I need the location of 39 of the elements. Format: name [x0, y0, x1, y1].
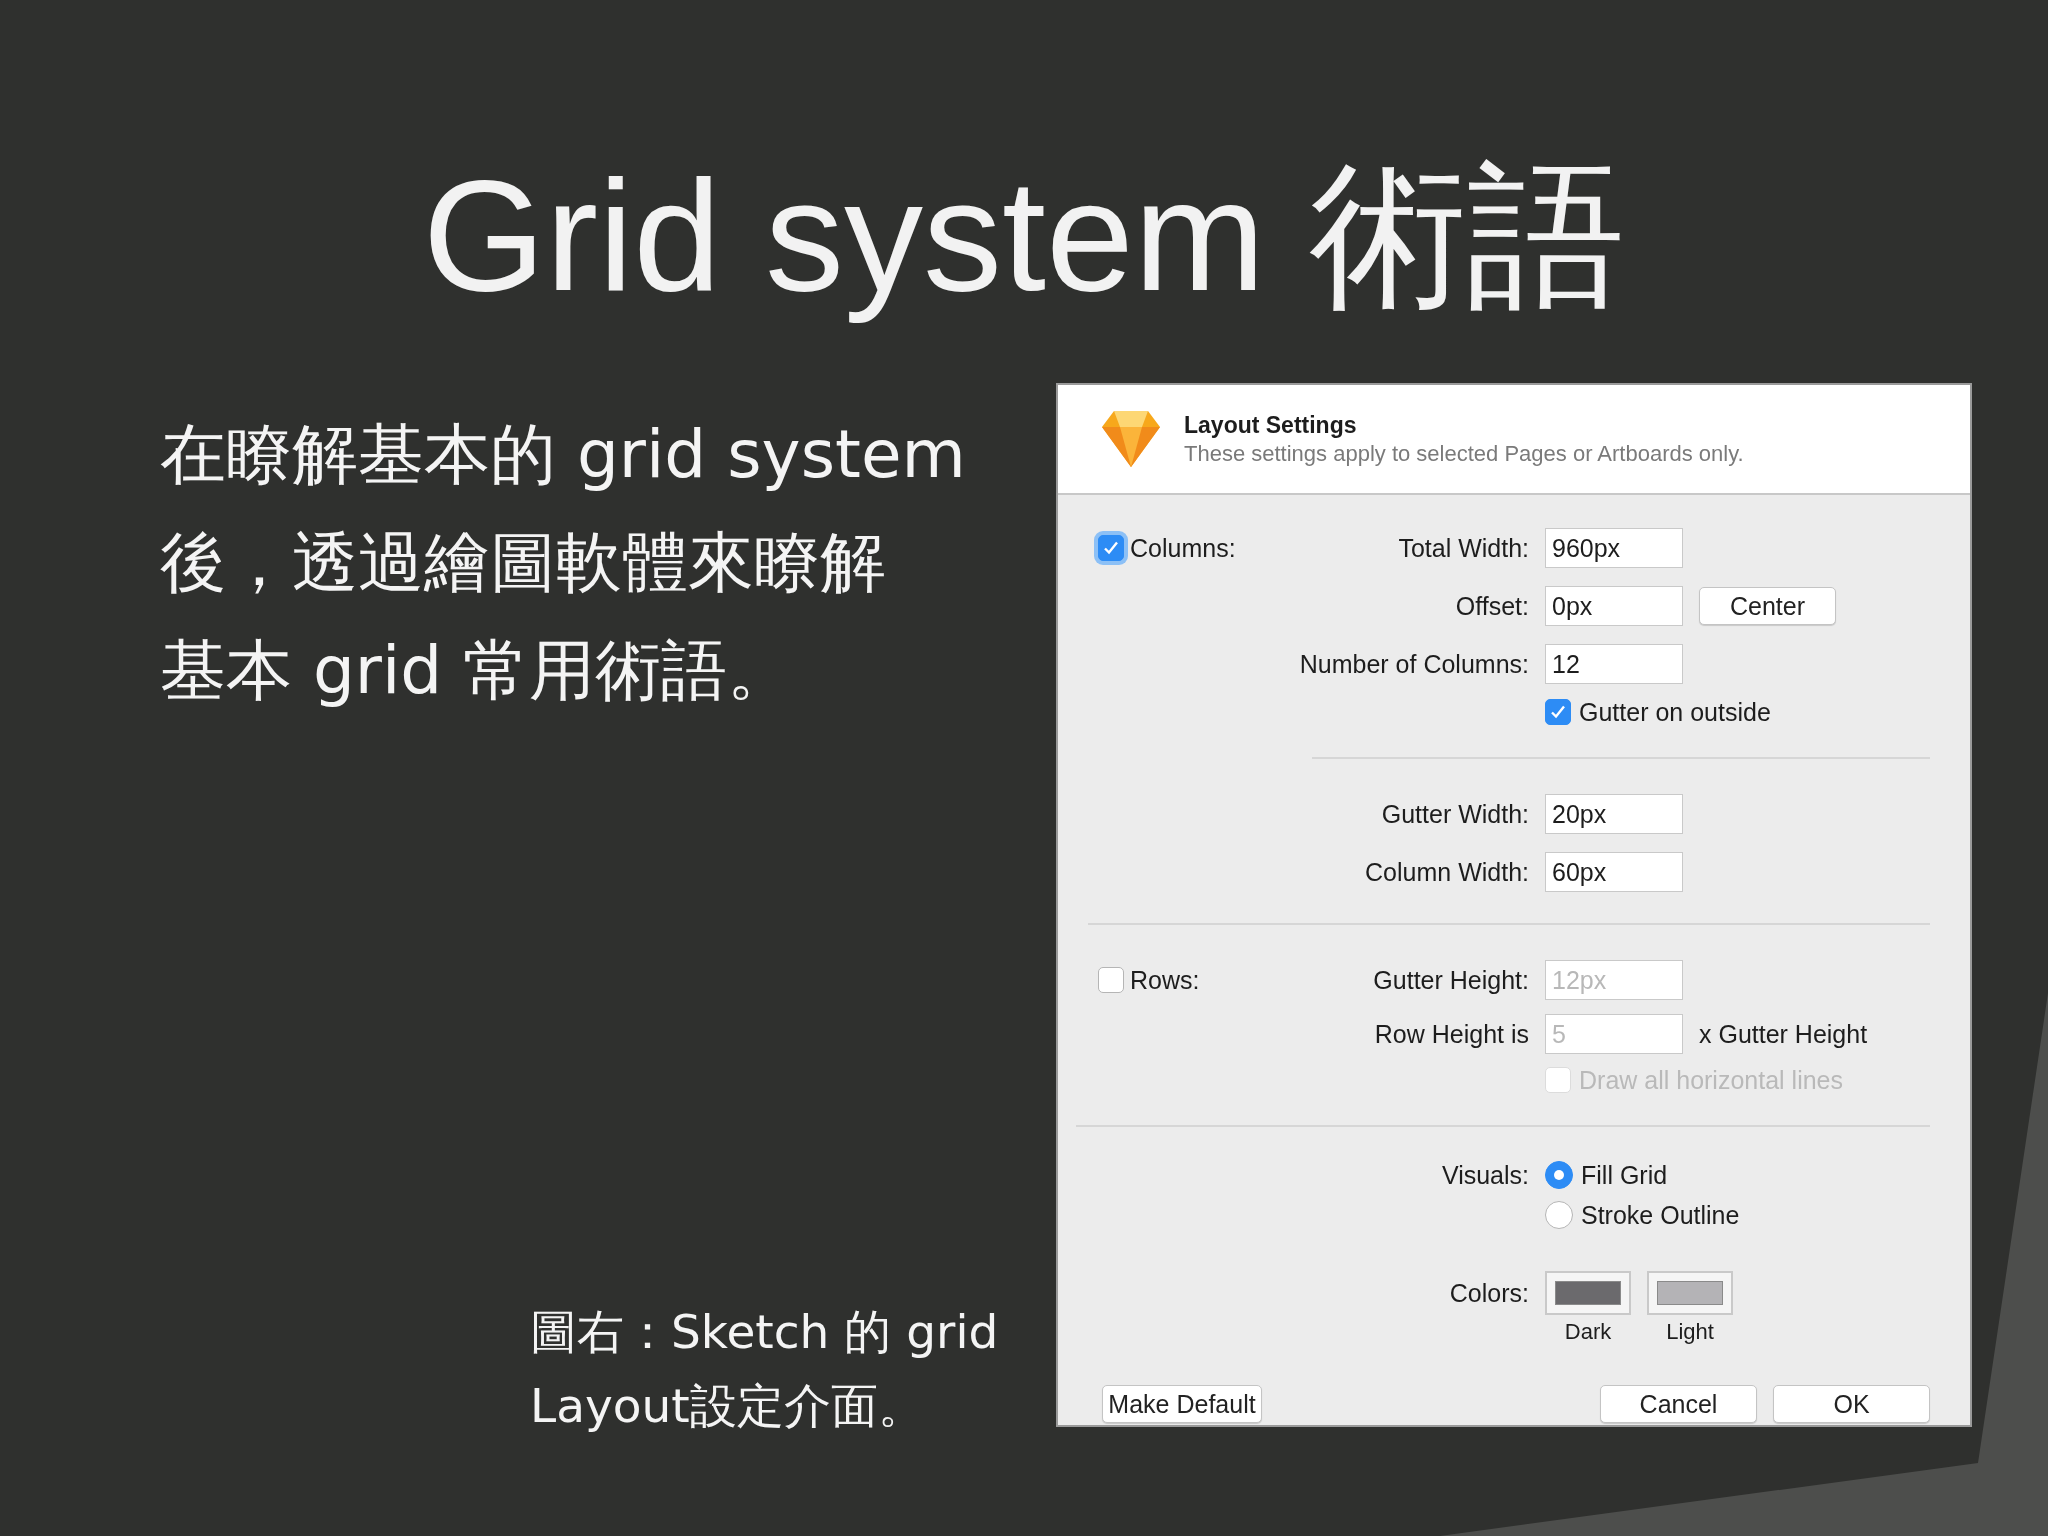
radio-button[interactable]: [1545, 1161, 1573, 1189]
caption: 圖右：Sketch 的 grid Layout設定介面。: [530, 1303, 999, 1435]
checkbox[interactable]: [1545, 699, 1571, 725]
slide-title: Grid system 術語: [422, 146, 1626, 325]
field-label: Gutter Width:: [1380, 799, 1529, 830]
radio-label: Stroke Outline: [1581, 1200, 1740, 1230]
checkbox-label: Columns:: [1130, 533, 1236, 563]
color-well[interactable]: [1647, 1271, 1733, 1315]
checkbox-label: Gutter on outside: [1579, 697, 1771, 727]
check-icon: [1102, 539, 1120, 557]
text-field[interactable]: 960px: [1545, 528, 1683, 568]
slide-text: 在瞭解基本的 grid system 後，透過繪圖軟體來瞭解 基本 grid 常用術語。: [160, 415, 966, 711]
field-label: Visuals:: [1441, 1160, 1529, 1190]
text-field[interactable]: 12: [1545, 644, 1683, 684]
checkbox-label: Rows:: [1130, 965, 1200, 995]
field-suffix: x Gutter Height: [1699, 1019, 1868, 1049]
swatch-label: Light: [1666, 1319, 1714, 1345]
text-field[interactable]: 0px: [1545, 586, 1683, 626]
center-button[interactable]: Center: [1699, 587, 1836, 625]
field-label: Gutter Height:: [1372, 965, 1529, 996]
radio-label: Fill Grid: [1581, 1160, 1668, 1190]
radio-button[interactable]: [1545, 1201, 1573, 1229]
color-well[interactable]: [1545, 1271, 1631, 1315]
ok-button[interactable]: OK: [1773, 1385, 1930, 1423]
dialog-subtitle: These settings apply to selected Pages or Artboards only.: [1184, 440, 1744, 467]
field-label: Offset:: [1454, 591, 1529, 622]
text-field[interactable]: 60px: [1545, 852, 1683, 892]
cancel-button[interactable]: Cancel: [1600, 1385, 1757, 1423]
field-label: Number of Columns:: [1299, 649, 1529, 680]
text-field[interactable]: 20px: [1545, 794, 1683, 834]
swatch-label: Dark: [1564, 1319, 1612, 1345]
field-label: Colors:: [1448, 1278, 1529, 1309]
make-default-button[interactable]: Make Default: [1102, 1385, 1262, 1423]
field-label: Column Width:: [1364, 857, 1529, 888]
check-icon: [1549, 703, 1567, 721]
field-label: Row Height is: [1373, 1019, 1529, 1050]
field-label: Total Width:: [1397, 533, 1529, 564]
dialog-title: Layout Settings: [1184, 411, 1358, 439]
checkbox[interactable]: [1098, 967, 1124, 993]
